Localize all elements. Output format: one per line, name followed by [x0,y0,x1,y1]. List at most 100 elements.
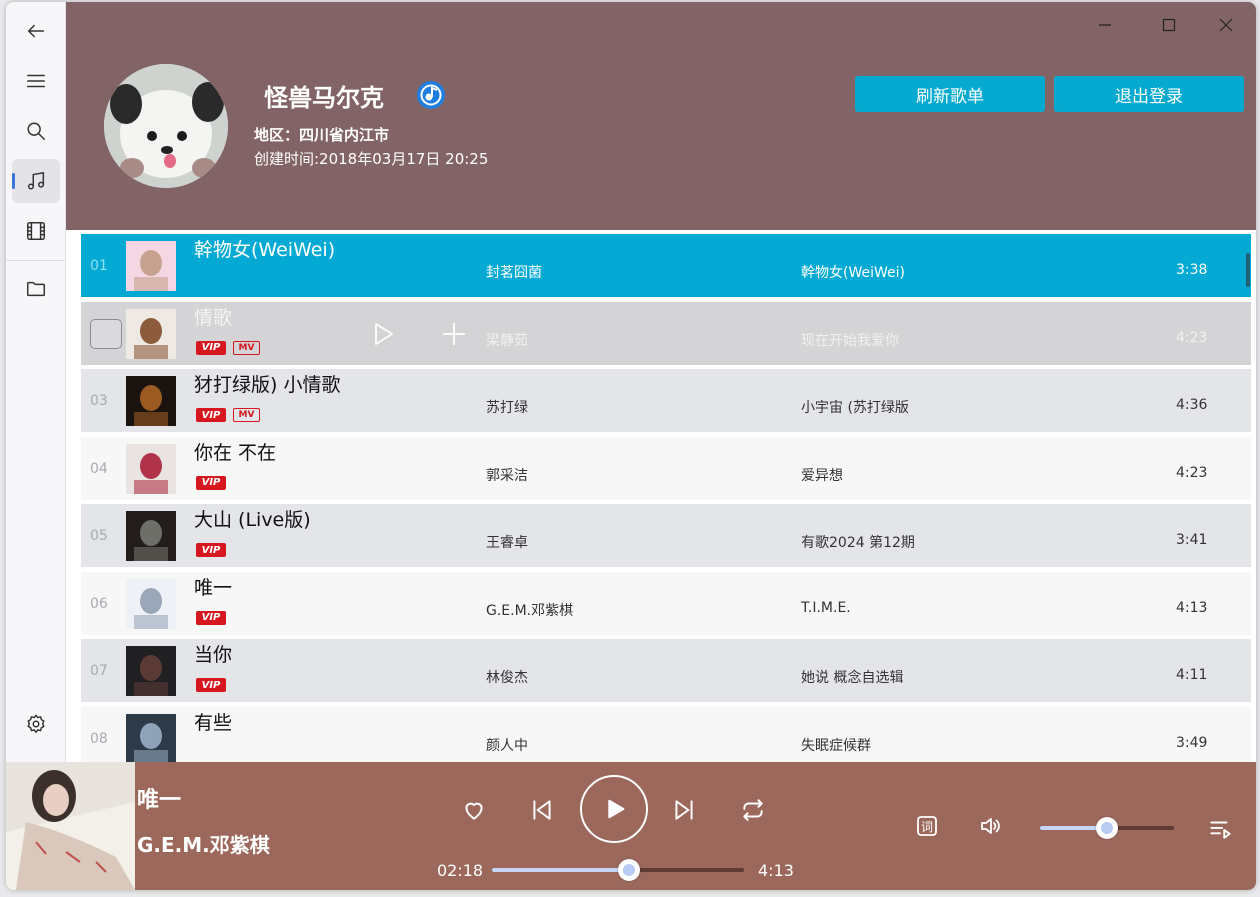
volume-handle[interactable] [1096,817,1118,839]
play-button[interactable] [580,775,648,843]
profile-header: 怪兽马尔克 地区：四川省内江市 创建时间:2018年03月17日 20:25 刷… [66,2,1256,230]
logout-button[interactable]: 退出登录 [1054,76,1244,112]
song-artist[interactable]: 王睿卓 [486,532,528,552]
menu-icon [27,74,45,88]
sidebar-divider [6,260,66,261]
song-cover [126,646,176,696]
repeat-button[interactable] [735,792,771,828]
song-duration: 4:13 [1176,599,1208,616]
song-album[interactable]: 幹物女(WeiWei) [801,262,905,282]
song-index: 01 [90,258,108,274]
song-duration: 4:23 [1176,464,1208,481]
song-tags: VIP [196,543,226,557]
menu-button[interactable] [12,59,60,103]
settings-button[interactable] [12,702,60,746]
playlist-icon [1210,821,1231,839]
skip-forward-icon [675,800,693,820]
song-title: 大山 (Live版) [194,509,311,531]
song-album[interactable]: 现在开始我爱你 [801,330,899,350]
search-button[interactable] [12,109,60,153]
song-title: 你在 不在 [194,441,277,464]
playlist-button[interactable] [1206,814,1236,844]
heart-icon [465,802,483,820]
song-album[interactable]: 她说 概念自选辑 [801,667,903,687]
song-index: 05 [90,528,108,544]
song-row[interactable]: 07 当你 VIP 林俊杰 她说 概念自选辑 4:11 [81,639,1251,702]
song-artist[interactable]: G.E.M.邓紫棋 [486,600,573,620]
song-row[interactable]: 情歌 VIP MV 梁静茹 现在开始我爱你 4:23 [81,301,1251,365]
speaker-icon [981,818,1000,834]
lyrics-button[interactable]: 词 [913,812,941,840]
row-checkbox[interactable] [90,318,122,349]
close-button[interactable] [1203,10,1249,40]
maximize-button[interactable] [1146,10,1192,40]
elapsed-time: 02:18 [437,861,484,880]
progress-handle[interactable] [618,859,641,881]
song-album[interactable]: 爱异想 [801,465,843,485]
refresh-playlist-button[interactable]: 刷新歌单 [855,76,1045,112]
song-cover [126,578,176,629]
song-album[interactable]: T.I.M.E. [801,600,851,616]
folder-icon [27,281,45,297]
song-duration: 3:49 [1176,734,1208,751]
next-button[interactable] [666,792,702,828]
list-scrollbar[interactable] [1246,253,1250,287]
song-duration: 4:23 [1176,329,1208,346]
song-index: 07 [90,663,108,679]
song-album[interactable]: 失眠症候群 [801,735,871,755]
volume-button[interactable] [976,812,1004,840]
song-cover [126,308,176,359]
song-row[interactable]: 03 犲打绿版) 小情歌 VIP MV 苏打绿 小宇宙 (苏打绿版 4:36 [81,369,1251,432]
song-row[interactable]: 01 幹物女(WeiWei) 封茗囧菌 幹物女(WeiWei) 3:38 [81,234,1251,297]
username: 怪兽马尔克 [264,84,384,112]
mv-badge[interactable]: MV [233,340,260,355]
plus-icon [443,322,465,345]
song-tags: VIP MV [196,408,260,422]
song-row[interactable]: 05 大山 (Live版) VIP 王睿卓 有歌2024 第12期 3:41 [81,504,1251,567]
avatar [104,64,228,188]
song-row[interactable]: 06 唯一 VIP G.E.M.邓紫棋 T.I.M.E. 4:13 [81,571,1251,635]
close-icon [1219,18,1233,32]
vip-badge: VIP [196,408,226,422]
now-playing-title: 唯一 [137,788,182,813]
vip-badge: VIP [196,475,226,490]
song-tags: VIP [196,475,226,490]
song-tags: VIP [196,678,226,692]
song-album[interactable]: 有歌2024 第12期 [801,532,915,552]
song-tags: VIP MV [196,340,260,355]
song-index: 04 [90,460,108,477]
row-add-button[interactable] [440,320,468,348]
progress-fill [492,868,630,872]
song-title: 幹物女(WeiWei) [194,239,336,261]
song-artist[interactable]: 苏打绿 [486,397,528,417]
search-icon [27,122,45,140]
song-duration: 3:38 [1176,262,1208,278]
avatar-dog-image [104,64,228,188]
minimize-button[interactable] [1082,10,1128,40]
song-artist[interactable]: 郭采洁 [486,465,528,485]
lyrics-label: 词 [920,819,933,834]
song-row[interactable]: 08 有些 颜人中 失眠症候群 3:49 [81,706,1251,762]
vip-badge: VIP [196,340,226,355]
folder-button[interactable] [12,267,60,311]
maximize-icon [1162,18,1176,32]
vip-badge: VIP [196,543,226,557]
song-tags: VIP [196,610,226,625]
song-index: 03 [90,393,108,409]
video-button[interactable] [12,209,60,253]
song-artist[interactable]: 封茗囧菌 [486,262,542,282]
song-index: 06 [90,595,108,612]
song-artist[interactable]: 林俊杰 [486,667,528,687]
previous-button[interactable] [524,792,560,828]
vip-badge: VIP [196,678,226,692]
song-artist[interactable]: 梁静茹 [486,330,528,350]
like-button[interactable] [456,792,492,828]
song-row[interactable]: 04 你在 不在 VIP 郭采洁 爱异想 4:23 [81,436,1251,500]
song-artist[interactable]: 颜人中 [486,735,528,755]
total-time: 4:13 [758,861,794,880]
back-button[interactable] [12,9,60,53]
song-album[interactable]: 小宇宙 (苏打绿版 [801,397,909,417]
mv-badge[interactable]: MV [233,408,260,422]
music-button[interactable] [12,159,60,203]
row-play-button[interactable] [369,320,397,348]
